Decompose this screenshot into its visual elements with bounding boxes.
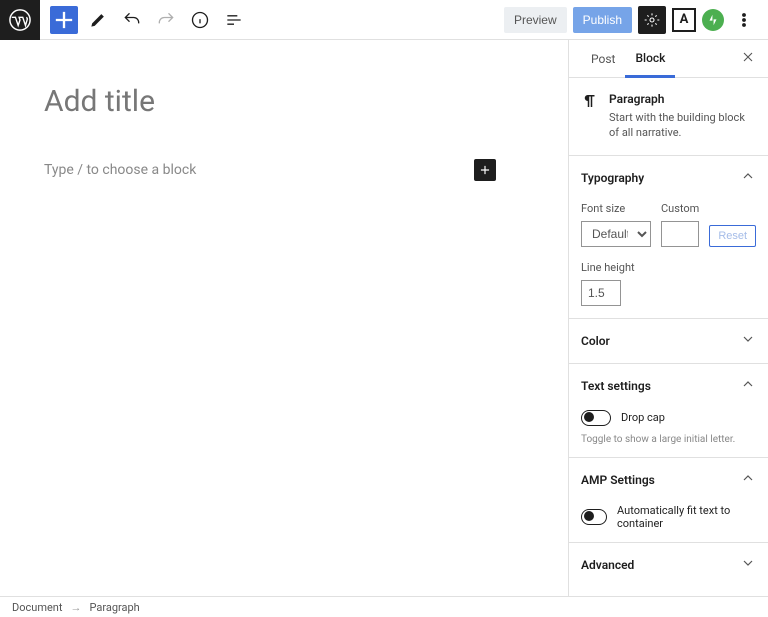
toolbar-right: Preview Publish A [504, 6, 768, 34]
chevron-down-icon [740, 331, 756, 351]
chevron-up-icon [740, 376, 756, 396]
redo-icon [156, 10, 176, 30]
color-section: Color [569, 319, 768, 364]
wordpress-logo[interactable] [0, 0, 40, 40]
amp-fit-label: Automatically fit text to container [617, 504, 756, 530]
chevron-up-icon [740, 168, 756, 188]
advanced-header[interactable]: Advanced [581, 555, 756, 575]
preview-button[interactable]: Preview [504, 7, 567, 33]
plus-icon [478, 163, 492, 177]
amp-button[interactable]: A [672, 8, 696, 32]
amp-fit-toggle[interactable] [581, 509, 607, 525]
block-inserter-button[interactable] [50, 6, 78, 34]
wordpress-icon [9, 9, 31, 31]
block-info-panel: Paragraph Start with the building block … [569, 78, 768, 156]
custom-label: Custom [661, 202, 699, 215]
top-toolbar: Preview Publish A [0, 0, 768, 40]
info-button[interactable] [186, 6, 214, 34]
main-area: Add title Type / to choose a block Post … [0, 40, 768, 596]
typography-section: Typography Font size Default Custom Rese… [569, 156, 768, 319]
drop-cap-label: Drop cap [621, 411, 665, 424]
block-type-name: Paragraph [609, 92, 756, 106]
drop-cap-hint: Toggle to show a large initial letter. [581, 434, 756, 445]
toolbar-left [40, 6, 248, 34]
sidebar-tabs: Post Block [569, 40, 768, 78]
font-size-select[interactable]: Default [581, 221, 651, 247]
advanced-section: Advanced [569, 543, 768, 587]
edit-mode-button[interactable] [84, 6, 112, 34]
pencil-icon [88, 10, 108, 30]
drop-cap-toggle[interactable] [581, 410, 611, 426]
breadcrumb-separator-icon: → [70, 601, 81, 614]
info-icon [190, 10, 210, 30]
amp-section: AMP Settings Automatically fit text to c… [569, 458, 768, 543]
list-icon [224, 10, 244, 30]
custom-size-input[interactable] [661, 221, 699, 247]
text-settings-section: Text settings Drop cap Toggle to show a … [569, 364, 768, 458]
jetpack-icon [706, 13, 720, 27]
reset-button[interactable]: Reset [709, 225, 756, 247]
block-placeholder: Type / to choose a block [44, 162, 196, 178]
block-type-desc: Start with the building block of all nar… [609, 110, 756, 141]
breadcrumb-root[interactable]: Document [12, 601, 62, 614]
line-height-label: Line height [581, 261, 756, 274]
editor-canvas[interactable]: Add title Type / to choose a block [0, 40, 568, 596]
outline-button[interactable] [220, 6, 248, 34]
kebab-icon [734, 10, 754, 30]
gear-icon [644, 12, 660, 28]
amp-header[interactable]: AMP Settings [581, 470, 756, 490]
font-size-label: Font size [581, 202, 651, 215]
text-settings-header[interactable]: Text settings [581, 376, 756, 396]
tab-block[interactable]: Block [625, 41, 675, 78]
post-title-placeholder[interactable]: Add title [44, 84, 524, 119]
chevron-down-icon [740, 555, 756, 575]
color-header[interactable]: Color [581, 331, 756, 351]
undo-icon [122, 10, 142, 30]
typography-header[interactable]: Typography [581, 168, 756, 188]
paragraph-block[interactable]: Type / to choose a block [44, 159, 496, 181]
close-icon [740, 49, 756, 65]
block-breadcrumb: Document → Paragraph [0, 596, 768, 617]
publish-button[interactable]: Publish [573, 7, 632, 33]
plus-icon [50, 6, 78, 34]
more-options-button[interactable] [730, 6, 758, 34]
tab-post[interactable]: Post [581, 40, 625, 77]
add-block-button[interactable] [474, 159, 496, 181]
close-sidebar-button[interactable] [740, 49, 756, 69]
line-height-input[interactable] [581, 280, 621, 306]
settings-sidebar: Post Block Paragraph Start with the buil… [568, 40, 768, 596]
breadcrumb-leaf[interactable]: Paragraph [89, 601, 139, 614]
redo-button[interactable] [152, 6, 180, 34]
jetpack-button[interactable] [702, 9, 724, 31]
undo-button[interactable] [118, 6, 146, 34]
paragraph-icon [581, 92, 599, 110]
settings-button[interactable] [638, 6, 666, 34]
chevron-up-icon [740, 470, 756, 490]
